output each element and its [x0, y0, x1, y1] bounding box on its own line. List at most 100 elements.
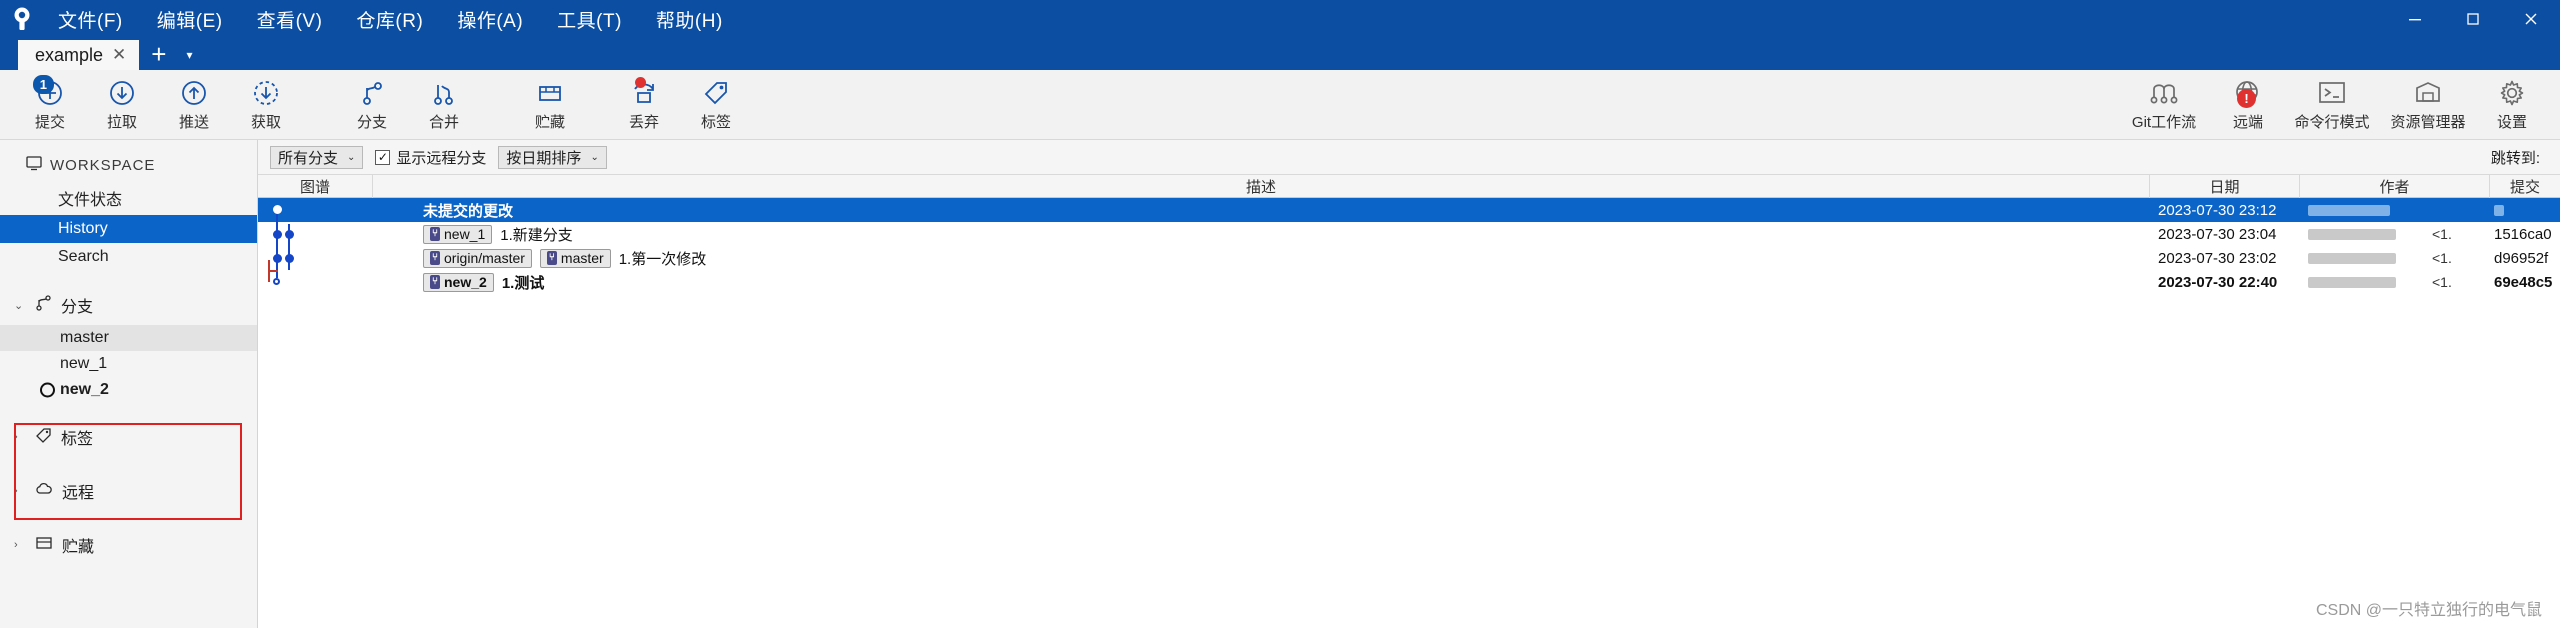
toolbar-tag-label: 标签 — [700, 113, 731, 131]
log-panel: 所有分支 ⌄ ✓ 显示远程分支 按日期排序 ⌄ 跳转到: 图谱 描述 日期 作者… — [258, 140, 2560, 628]
toolbar-fetch[interactable]: 获取 — [230, 72, 302, 138]
menu-action[interactable]: 操作(A) — [443, 0, 537, 39]
ref-label-text: new_1 — [444, 226, 486, 242]
ref-label-master[interactable]: ⑂ master — [539, 248, 611, 268]
toolbar-gitflow[interactable]: Git工作流 — [2116, 72, 2212, 138]
sort-dropdown[interactable]: 按日期排序 ⌄ — [498, 145, 607, 169]
main-toolbar: 1 提交 拉取 推送 获取 分支 合并 贮藏 丢弃 标签 Git工作流 ! 远端… — [0, 70, 2560, 140]
sidebar-workspace-header: WORKSPACE — [0, 150, 257, 181]
column-graph[interactable]: 图谱 — [258, 174, 373, 198]
branch-icon — [35, 294, 52, 316]
close-icon[interactable]: ✕ — [112, 45, 126, 65]
sidebar-item-search[interactable]: Search — [0, 243, 257, 271]
column-commit[interactable]: 提交 — [2490, 174, 2560, 198]
menu-edit[interactable]: 编辑(E) — [143, 0, 237, 39]
discard-alert-dot — [635, 76, 646, 88]
author-redacted — [2308, 276, 2396, 288]
toolbar-explorer[interactable]: 资源管理器 — [2380, 72, 2476, 138]
toolbar-gitflow-label: Git工作流 — [2131, 113, 2197, 131]
sidebar-branch-master[interactable]: master — [0, 325, 257, 351]
chevron-right-icon[interactable]: › — [14, 485, 26, 497]
sidebar-branch-new-2[interactable]: new_2 — [0, 377, 257, 403]
cloud-icon — [35, 481, 53, 502]
table-row[interactable]: 未提交的更改 2023-07-30 23:12 — [258, 198, 2560, 222]
sidebar-item-file-status[interactable]: 文件状态 — [0, 181, 257, 215]
toolbar-merge[interactable]: 合并 — [408, 72, 480, 138]
tab-example[interactable]: example ✕ — [18, 40, 140, 70]
row-commit-cell — [2490, 198, 2560, 222]
menu-view[interactable]: 查看(V) — [243, 0, 337, 39]
chevron-down-icon: ⌄ — [347, 151, 356, 163]
sidebar-branch-new-1[interactable]: new_1 — [0, 351, 257, 377]
commit-count-badge: 1 — [32, 74, 54, 94]
menu-tools[interactable]: 工具(T) — [543, 0, 636, 39]
table-row[interactable]: ⑂ new_2 1.测试 2023-07-30 22:40 <1. 69e48c… — [258, 270, 2560, 294]
toolbar-fetch-label: 获取 — [250, 113, 281, 131]
toolbar-discard[interactable]: 丢弃 — [608, 72, 680, 138]
sidebar-section-branches[interactable]: ⌄ 分支 — [0, 285, 257, 325]
row-graph-cell — [258, 222, 373, 246]
sort-value: 按日期排序 — [506, 149, 582, 167]
sidebar-section-tags[interactable]: › 标签 — [0, 417, 257, 457]
commit-message: 1.第一次修改 — [618, 250, 707, 268]
column-date[interactable]: 日期 — [2150, 174, 2300, 198]
sidebar: WORKSPACE 文件状态 History Search ⌄ 分支 maste… — [0, 140, 258, 628]
branch-filter-dropdown[interactable]: 所有分支 ⌄ — [270, 145, 364, 169]
discard-arrow-icon — [630, 76, 658, 108]
ref-label-new-2[interactable]: ⑂ new_2 — [423, 272, 494, 292]
sidebar-section-stashes-label: 贮藏 — [62, 539, 95, 556]
table-row[interactable]: ⑂ origin/master ⑂ master 1.第一次修改 2023-07… — [258, 246, 2560, 270]
commit-message: 1.测试 — [501, 274, 545, 292]
commit-plus-icon: 1 — [32, 74, 64, 108]
toolbar-stash[interactable]: 贮藏 — [514, 72, 586, 138]
new-tab-button[interactable]: + — [139, 41, 178, 67]
toolbar-discard-label: 丢弃 — [628, 113, 659, 131]
terminal-icon — [2317, 78, 2347, 108]
branch-glyph-icon: ⑂ — [430, 227, 440, 241]
toolbar-commit[interactable]: 1 提交 — [14, 72, 86, 138]
globe-remote-icon: ! — [2234, 78, 2262, 108]
sidebar-section-remotes[interactable]: › 远程 — [0, 471, 257, 511]
menu-repo[interactable]: 仓库(R) — [342, 0, 437, 39]
window-controls — [2386, 0, 2560, 38]
chevron-right-icon[interactable]: › — [14, 539, 26, 551]
chevron-down-icon[interactable]: ▾ — [178, 48, 200, 62]
pull-down-arrow-icon — [108, 78, 136, 108]
toolbar-branch[interactable]: 分支 — [336, 72, 408, 138]
row-commit-cell: d96952f — [2494, 249, 2549, 267]
row-author-cell: <1. — [2300, 246, 2490, 270]
column-description[interactable]: 描述 — [373, 174, 2150, 198]
row-date-cell: 2023-07-30 23:02 — [2158, 249, 2277, 267]
author-mask: <1. — [2432, 250, 2452, 266]
ref-label-origin-master[interactable]: ⑂ origin/master — [423, 248, 532, 268]
toolbar-tag[interactable]: 标签 — [680, 72, 752, 138]
show-remote-branches-checkbox[interactable]: ✓ 显示远程分支 — [375, 147, 486, 168]
toolbar-remote[interactable]: ! 远端 — [2212, 72, 2284, 138]
sidebar-item-history[interactable]: History — [0, 215, 257, 243]
ref-label-new-1[interactable]: ⑂ new_1 — [423, 224, 493, 244]
row-commit-cell: 69e48c5 — [2494, 273, 2553, 291]
toolbar-settings[interactable]: 设置 — [2476, 72, 2548, 138]
sidebar-section-stashes[interactable]: › 贮藏 — [0, 525, 257, 565]
row-author-cell: <1. — [2300, 270, 2490, 294]
minimize-button[interactable] — [2386, 0, 2444, 38]
column-author[interactable]: 作者 — [2300, 174, 2490, 198]
ref-label-text: origin/master — [444, 250, 525, 266]
toolbar-terminal[interactable]: 命令行模式 — [2284, 72, 2380, 138]
menu-help[interactable]: 帮助(H) — [642, 0, 737, 39]
jump-to-label: 跳转到: — [2490, 149, 2540, 167]
close-button[interactable] — [2502, 0, 2560, 38]
maximize-button[interactable] — [2444, 0, 2502, 38]
menu-bar: 文件(F) 编辑(E) 查看(V) 仓库(R) 操作(A) 工具(T) 帮助(H… — [44, 0, 737, 39]
table-row[interactable]: ⑂ new_1 1.新建分支 2023-07-30 23:04 <1. 1516… — [258, 222, 2560, 246]
branch-glyph-icon: ⑂ — [430, 251, 440, 265]
toolbar-push[interactable]: 推送 — [158, 72, 230, 138]
ref-label-text: master — [560, 250, 604, 266]
toolbar-pull[interactable]: 拉取 — [86, 72, 158, 138]
author-redacted — [2308, 204, 2390, 216]
chevron-right-icon[interactable]: › — [14, 431, 26, 443]
tag-icon — [702, 78, 730, 108]
chevron-down-icon[interactable]: ⌄ — [14, 299, 26, 312]
menu-file[interactable]: 文件(F) — [44, 0, 137, 39]
row-date-cell: 2023-07-30 22:40 — [2158, 273, 2278, 291]
